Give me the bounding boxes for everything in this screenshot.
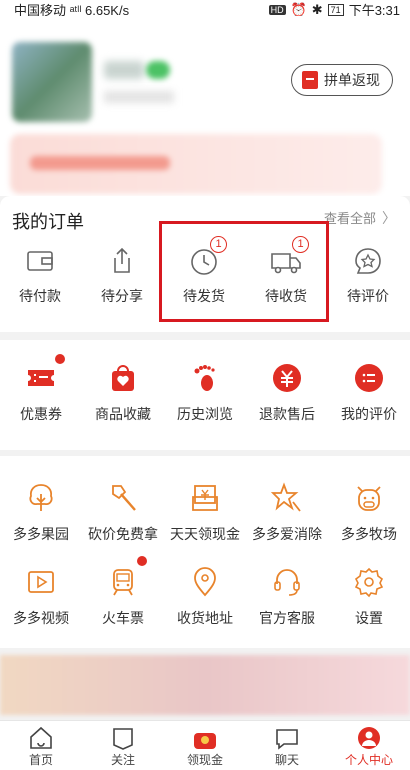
tab-follow[interactable]: 关注 (82, 721, 164, 770)
follow-icon (113, 728, 133, 750)
tool-orchard[interactable]: 多多果园 (0, 482, 82, 544)
service-refund[interactable]: 退款售后 (246, 362, 328, 424)
order-pending-share[interactable]: 待分享 (82, 244, 162, 306)
service-my-reviews[interactable]: 我的评价 (328, 362, 410, 424)
hd-icon: HD (268, 4, 286, 15)
tool-ranch[interactable]: 多多牧场 (328, 482, 410, 544)
cash-tab-icon (194, 733, 216, 749)
favorites-bag-icon (112, 365, 134, 391)
service-coupon[interactable]: 优惠券 (0, 354, 82, 424)
notice-banner-blurred[interactable] (10, 134, 382, 194)
tool-label: 多多果园 (13, 526, 69, 542)
service-label: 优惠券 (20, 406, 62, 422)
refund-icon (273, 364, 301, 392)
tab-label: 首页 (28, 753, 53, 767)
my-review-icon (355, 364, 383, 392)
train-new-dot (137, 556, 147, 566)
tool-label: 火车票 (102, 610, 144, 626)
order-item-label: 待评价 (347, 288, 389, 304)
tab-label: 个人中心 (344, 753, 393, 767)
view-all-label: 查看全部 (323, 211, 376, 226)
settings-gear-icon (354, 567, 384, 598)
group-return-label: 拼单返现 (324, 72, 380, 88)
status-bar: 中国移动 ᵃᵗˡˡ 6.65K/s HD ⏰ ✱ 71 下午3:31 (0, 0, 410, 18)
tab-home[interactable]: 首页 (0, 721, 82, 770)
star-icon (271, 482, 301, 512)
tool-label: 天天领现金 (170, 526, 240, 542)
profile-icon (358, 727, 380, 749)
group-return-button[interactable]: 拼单返现 (291, 64, 393, 96)
service-label: 商品收藏 (95, 406, 151, 422)
video-icon (28, 571, 54, 593)
view-all-orders-link[interactable]: 查看全部〉 (324, 208, 396, 228)
order-pending-review[interactable]: 待评价 (328, 244, 408, 306)
tab-label: 领现金 (186, 753, 223, 767)
tool-daily-cash[interactable]: 天天领现金 (164, 482, 246, 544)
services-section: 优惠券 商品收藏 历史浏览 退款售后 我的评价 (0, 340, 410, 450)
nickname-blurred (104, 61, 144, 79)
cow-icon (357, 486, 381, 511)
orders-title: 我的订单 (12, 212, 84, 232)
red-envelope-icon (302, 71, 318, 89)
tool-settings[interactable]: 设置 (328, 566, 410, 628)
avatar[interactable] (12, 42, 92, 122)
service-label: 我的评价 (341, 406, 397, 422)
tab-profile[interactable]: 个人中心 (328, 721, 410, 770)
battery-icon: 71 (327, 3, 344, 16)
tab-label: 聊天 (274, 753, 299, 767)
tab-chat[interactable]: 聊天 (246, 721, 328, 770)
coupon-new-dot (55, 354, 65, 364)
promo-banner-blurred[interactable] (0, 655, 410, 715)
tool-label: 砍价免费拿 (88, 526, 158, 542)
highlight-annotation-box (159, 221, 329, 322)
order-pending-payment[interactable]: 待付款 (0, 244, 80, 306)
chevron-right-icon: 〉 (382, 210, 396, 226)
tree-icon (29, 484, 53, 511)
headset-icon (274, 569, 300, 596)
service-history[interactable]: 历史浏览 (164, 362, 246, 424)
tool-label: 多多牧场 (341, 526, 397, 542)
tool-video[interactable]: 多多视频 (0, 566, 82, 628)
tool-label: 收货地址 (177, 610, 233, 626)
order-item-label: 待分享 (101, 288, 143, 304)
cash-icon (192, 485, 218, 511)
footprint-icon (194, 365, 215, 391)
tool-label: 设置 (355, 610, 383, 626)
share-icon (114, 247, 130, 273)
tab-cash[interactable]: 领现金 (164, 721, 246, 770)
tool-label: 多多爱消除 (252, 526, 322, 542)
tool-bargain[interactable]: 砍价免费拿 (82, 482, 164, 544)
tab-label: 关注 (110, 753, 135, 767)
member-badge-blurred (146, 61, 170, 79)
tool-shipping-address[interactable]: 收货地址 (164, 566, 246, 628)
service-label: 历史浏览 (177, 406, 233, 422)
tools-section: 多多果园 砍价免费拿 天天领现金 多多爱消除 多多牧场 多多视频 火车票 收货地… (0, 456, 410, 648)
chat-icon (276, 729, 298, 750)
axe-icon (112, 485, 136, 511)
coupon-icon (28, 370, 54, 386)
home-icon (30, 726, 52, 749)
wallet-icon (27, 251, 53, 271)
train-icon (113, 569, 133, 596)
nickname-sub-blurred (104, 91, 174, 103)
order-item-label: 待付款 (19, 288, 61, 304)
service-label: 退款售后 (259, 406, 315, 422)
service-favorites[interactable]: 商品收藏 (82, 362, 164, 424)
tool-train-tickets[interactable]: 火车票 (82, 556, 164, 628)
tool-customer-service[interactable]: 官方客服 (246, 566, 328, 628)
tool-match-game[interactable]: 多多爱消除 (246, 482, 328, 544)
review-icon (355, 248, 381, 274)
location-icon (194, 567, 216, 597)
profile-header: 拼单返现 (0, 16, 410, 196)
bottom-tab-bar: 首页 关注 领现金 聊天 个人中心 (0, 720, 410, 770)
tool-label: 多多视频 (13, 610, 69, 626)
tool-label: 官方客服 (259, 610, 315, 626)
